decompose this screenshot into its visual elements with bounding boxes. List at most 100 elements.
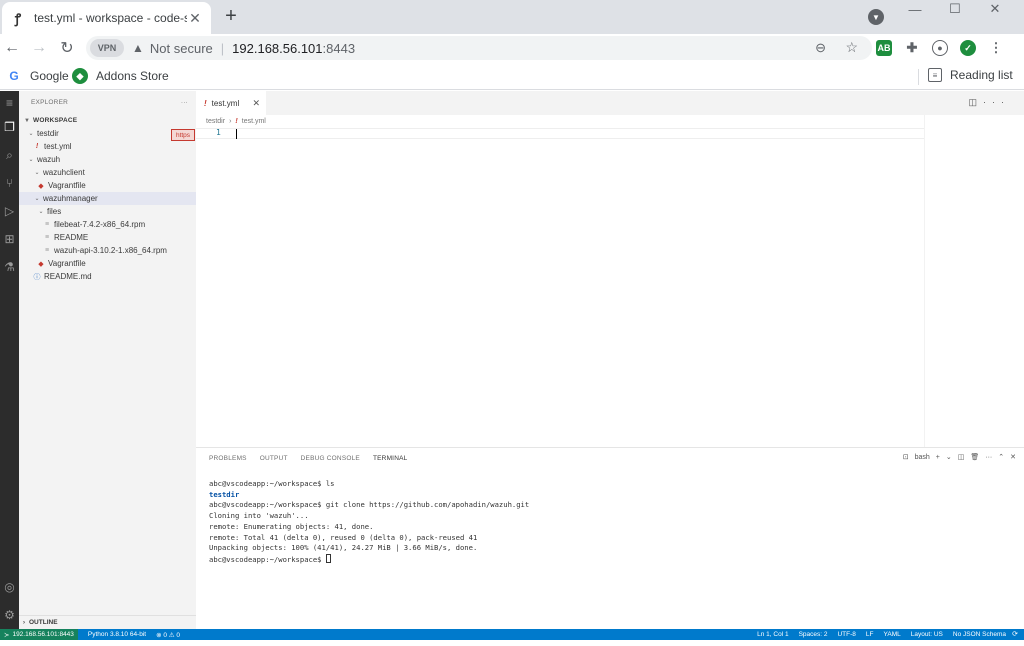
- chevron-down-icon: ⌄: [34, 196, 40, 202]
- more-icon[interactable]: ···: [985, 454, 992, 461]
- new-terminal-icon[interactable]: +: [936, 454, 940, 461]
- chevron-down-icon: ⌄: [38, 209, 44, 215]
- source-control-icon[interactable]: ⑂: [0, 173, 19, 193]
- notifications-icon[interactable]: ⟳: [1012, 630, 1018, 638]
- editor-more-icon[interactable]: ···: [983, 97, 1010, 107]
- trash-icon[interactable]: 🗑: [970, 453, 979, 461]
- extensions-icon[interactable]: ⊞: [0, 229, 19, 249]
- split-editor-icon[interactable]: ◫: [968, 97, 983, 107]
- workspace-label: WORKSPACE: [33, 117, 78, 124]
- tree-item-wazuh-api-rpm[interactable]: ≡ wazuh-api-3.10.2-1.x86_64.rpm: [19, 244, 196, 257]
- tab-output[interactable]: OUTPUT: [260, 455, 288, 462]
- remote-indicator[interactable]: ≻ 192.168.56.101:8443: [0, 629, 78, 640]
- file-icon: ≡: [44, 234, 50, 241]
- run-debug-icon[interactable]: ▷: [0, 201, 19, 221]
- chevron-down-icon[interactable]: ⌄: [946, 453, 952, 461]
- bookmark-google[interactable]: G Google: [6, 68, 68, 84]
- ruby-file-icon: ◆: [38, 182, 44, 190]
- vpn-badge[interactable]: VPN: [90, 39, 124, 57]
- workspace-section-header[interactable]: ▼ WORKSPACE: [19, 114, 196, 127]
- tree-item-readme[interactable]: ≡ README: [19, 231, 196, 244]
- addons-store-icon: ◆: [72, 68, 88, 84]
- chevron-down-icon: ▼: [24, 117, 30, 124]
- accounts-icon[interactable]: ◎: [0, 577, 19, 597]
- tab-debug-console[interactable]: DEBUG CONSOLE: [301, 455, 360, 462]
- tree-item-readme-md[interactable]: ⓘ README.md: [19, 270, 196, 283]
- tree-item-wazuhclient[interactable]: ⌄ wazuhclient: [19, 166, 196, 179]
- explorer-header: EXPLORER ···: [19, 91, 196, 113]
- yaml-file-icon: !: [235, 117, 238, 125]
- address-separator: |: [220, 40, 225, 56]
- terminal-shell-label[interactable]: bash: [915, 454, 930, 461]
- extensions-puzzle-icon[interactable]: ✚: [904, 40, 920, 56]
- python-interpreter[interactable]: Python 3.8.10 64-bit: [88, 631, 146, 638]
- tree-item-filebeat-rpm[interactable]: ≡ filebeat-7.4.2-x86_64.rpm: [19, 218, 196, 231]
- testing-icon[interactable]: ⚗: [0, 257, 19, 277]
- tab-terminal[interactable]: TERMINAL: [373, 455, 407, 462]
- tree-item-vagrantfile-manager[interactable]: ◆ Vagrantfile: [19, 257, 196, 270]
- reading-list-button[interactable]: ≡ Reading list: [928, 68, 1013, 82]
- current-line-highlight[interactable]: [196, 128, 924, 139]
- tree-item-vagrantfile-client[interactable]: ◆ Vagrantfile: [19, 179, 196, 192]
- browser-tab[interactable]: ꝭ test.yml - workspace - code-serv ✕: [2, 2, 211, 34]
- tree-item-label: filebeat-7.4.2-x86_64.rpm: [54, 220, 146, 229]
- back-button[interactable]: ←: [2, 38, 22, 58]
- tab-search-icon[interactable]: ▼: [868, 9, 884, 25]
- tree-item-files[interactable]: ⌄ files: [19, 205, 196, 218]
- split-terminal-icon[interactable]: ◫: [958, 453, 965, 461]
- bookmark-star-icon[interactable]: ☆: [845, 39, 858, 56]
- zoom-icon[interactable]: ⊖: [815, 40, 826, 56]
- adblock-extension-icon[interactable]: AB: [876, 40, 892, 56]
- tree-item-label: wazuh-api-3.10.2-1.x86_64.rpm: [54, 246, 167, 255]
- close-panel-icon[interactable]: ✕: [1010, 453, 1016, 461]
- settings-gear-icon[interactable]: ⚙: [0, 605, 19, 625]
- new-tab-button[interactable]: +: [220, 5, 242, 27]
- outline-section-header[interactable]: › OUTLINE: [19, 615, 196, 629]
- browser-tabstrip: ꝭ test.yml - workspace - code-serv ✕ + ▼…: [0, 0, 1024, 34]
- close-editor-tab-icon[interactable]: ✕: [252, 98, 260, 109]
- menu-icon[interactable]: ≡: [0, 93, 19, 113]
- json-schema[interactable]: No JSON Schema: [953, 631, 1006, 638]
- end-of-line[interactable]: LF: [866, 631, 874, 638]
- profile-avatar-icon[interactable]: ●: [932, 40, 948, 56]
- shield-extension-icon[interactable]: ✓: [960, 40, 976, 56]
- language-mode[interactable]: YAML: [884, 631, 901, 638]
- indentation[interactable]: Spaces: 2: [799, 631, 828, 638]
- security-status[interactable]: Not secure: [150, 41, 213, 56]
- terminal-line: abc@vscodeapp:~/workspace$ git clone htt…: [209, 500, 530, 510]
- tree-item-wazuhmanager[interactable]: ⌄ wazuhmanager: [19, 192, 196, 205]
- close-window-button[interactable]: ✕: [978, 0, 1012, 18]
- editor-tab-test-yml[interactable]: ! test.yml ✕: [196, 91, 266, 115]
- cursor-position[interactable]: Ln 1, Col 1: [757, 631, 788, 638]
- explorer-icon[interactable]: ❐: [0, 117, 19, 137]
- close-tab-icon[interactable]: ✕: [187, 10, 203, 26]
- search-icon[interactable]: ⌕: [0, 145, 19, 165]
- tree-item-wazuh[interactable]: ⌄ wazuh: [19, 153, 196, 166]
- tab-problems[interactable]: PROBLEMS: [209, 455, 247, 462]
- yaml-file-icon: !: [204, 98, 207, 108]
- address-bar[interactable]: VPN ▲ Not secure | 192.168.56.101:8443 ⊖…: [86, 36, 872, 60]
- minimize-window-button[interactable]: —: [898, 0, 932, 18]
- breadcrumb-folder[interactable]: testdir: [206, 118, 225, 125]
- chevron-right-icon: ›: [229, 117, 232, 125]
- breadcrumb-file[interactable]: test.yml: [242, 118, 266, 125]
- bookmark-addons-store[interactable]: ◆ Addons Store: [72, 68, 169, 84]
- tree-item-test-yml[interactable]: ! test.yml: [19, 140, 196, 153]
- explorer-title: EXPLORER: [31, 98, 69, 106]
- outline-label: OUTLINE: [29, 619, 58, 626]
- explorer-more-icon[interactable]: ···: [181, 99, 188, 106]
- bookmarks-bar: G Google ◆ Addons Store ≡ Reading list: [0, 62, 1024, 90]
- keyboard-layout[interactable]: Layout: US: [911, 631, 943, 638]
- browser-menu-icon[interactable]: ⋮: [988, 40, 1004, 56]
- problems-count[interactable]: ⊗ 0 ⚠ 0: [156, 631, 180, 639]
- terminal-output[interactable]: abc@vscodeapp:~/workspace$ ls testdir abc@…: [209, 479, 529, 566]
- encoding[interactable]: UTF-8: [837, 631, 855, 638]
- maximize-window-button[interactable]: ☐: [938, 0, 972, 18]
- reload-button[interactable]: ↻: [57, 38, 77, 58]
- terminal-line: Unpacking objects: 100% (41/41), 24.27 M…: [209, 543, 478, 553]
- tree-item-testdir[interactable]: ⌄ testdir: [19, 127, 196, 140]
- window-bottom-edge: [0, 640, 1024, 646]
- minimap[interactable]: [924, 115, 1024, 447]
- forward-button[interactable]: →: [29, 38, 49, 58]
- maximize-panel-icon[interactable]: ⌃: [998, 453, 1004, 461]
